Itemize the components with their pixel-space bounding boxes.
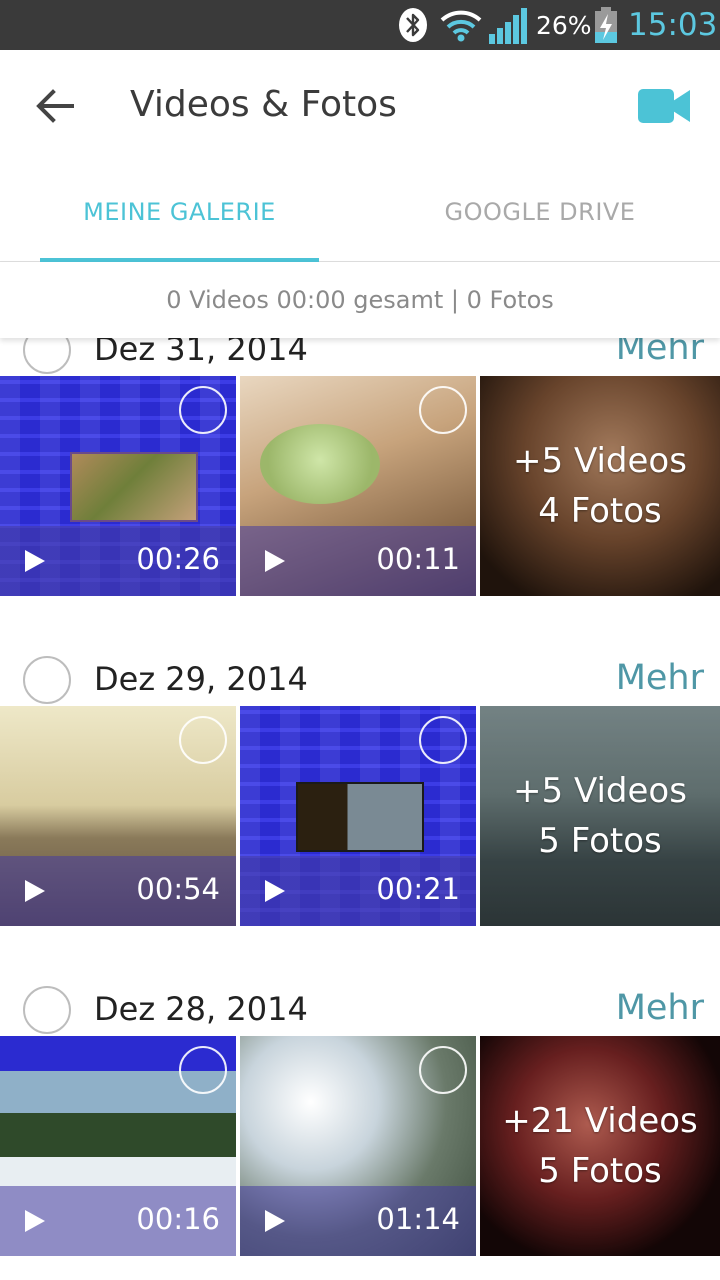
video-thumbnail[interactable]: 00:16 [0, 1036, 236, 1256]
date-group: Dez 28, 2014 Mehr 00:16 01:14 +21 Videos… [0, 986, 720, 1256]
date-group-header: Dez 28, 2014 Mehr [0, 986, 720, 1036]
select-checkbox[interactable] [419, 386, 467, 434]
select-checkbox[interactable] [179, 716, 227, 764]
group-date: Dez 31, 2014 [94, 338, 308, 368]
play-icon [25, 550, 45, 572]
video-duration: 00:26 [136, 542, 220, 576]
select-checkbox[interactable] [419, 1046, 467, 1094]
group-date: Dez 28, 2014 [94, 990, 308, 1028]
date-group-header: Dez 31, 2014 Mehr [0, 338, 720, 376]
more-link[interactable]: Mehr [616, 988, 704, 1028]
more-items-tile[interactable]: +5 Videos 4 Fotos [480, 376, 720, 596]
video-duration: 00:11 [376, 542, 460, 576]
tab-bar: MEINE GALERIE GOOGLE DRIVE [0, 162, 720, 262]
play-icon [265, 550, 285, 572]
play-icon [25, 1210, 45, 1232]
select-day-checkbox[interactable] [23, 986, 71, 1034]
arrow-left-icon [36, 89, 74, 123]
video-duration: 00:21 [376, 872, 460, 906]
wifi-icon [440, 0, 482, 50]
more-videos-count: +5 Videos [513, 441, 687, 481]
battery-charging-icon [594, 0, 618, 50]
more-items-tile[interactable]: +5 Videos 5 Fotos [480, 706, 720, 926]
status-bar: 26% 15:03 [0, 0, 720, 50]
more-photos-count: 5 Fotos [538, 1151, 662, 1191]
video-duration: 00:54 [136, 872, 220, 906]
select-day-checkbox[interactable] [23, 656, 71, 704]
more-link[interactable]: Mehr [616, 658, 704, 698]
video-camera-icon [638, 89, 690, 123]
tab-meine-galerie[interactable]: MEINE GALERIE [40, 162, 319, 262]
gallery-list[interactable]: Dez 31, 2014 Mehr 00:26 00:11 +5 Videos … [0, 338, 720, 1280]
tab-google-drive[interactable]: GOOGLE DRIVE [360, 162, 720, 262]
battery-percent: 26% [536, 10, 592, 40]
record-video-button[interactable] [632, 82, 696, 130]
video-duration: 01:14 [376, 1202, 460, 1236]
gallery-summary: 0 Videos 00:00 gesamt | 0 Fotos [0, 262, 720, 338]
group-date: Dez 29, 2014 [94, 660, 308, 698]
video-thumbnail[interactable]: 00:26 [0, 376, 236, 596]
bluetooth-icon [398, 0, 428, 50]
select-checkbox[interactable] [419, 716, 467, 764]
more-videos-count: +21 Videos [502, 1101, 698, 1141]
back-button[interactable] [28, 78, 84, 134]
select-day-checkbox[interactable] [23, 338, 71, 374]
video-thumbnail[interactable]: 00:21 [240, 706, 476, 926]
more-items-tile[interactable]: +21 Videos 5 Fotos [480, 1036, 720, 1256]
clock: 15:03 [628, 7, 718, 43]
video-thumbnail[interactable]: 01:14 [240, 1036, 476, 1256]
date-group-header: Dez 29, 2014 Mehr [0, 656, 720, 706]
play-icon [25, 880, 45, 902]
video-duration: 00:16 [136, 1202, 220, 1236]
play-icon [265, 1210, 285, 1232]
more-photos-count: 5 Fotos [538, 821, 662, 861]
select-checkbox[interactable] [179, 1046, 227, 1094]
video-thumbnail[interactable]: 00:11 [240, 376, 476, 596]
app-bar: Videos & Fotos [0, 50, 720, 162]
date-group: Dez 31, 2014 Mehr 00:26 00:11 +5 Videos … [0, 338, 720, 596]
select-checkbox[interactable] [179, 386, 227, 434]
video-thumbnail[interactable]: 00:54 [0, 706, 236, 926]
play-icon [265, 880, 285, 902]
signal-icon [488, 0, 530, 50]
page-title: Videos & Fotos [130, 84, 397, 125]
more-videos-count: +5 Videos [513, 771, 687, 811]
more-photos-count: 4 Fotos [538, 491, 662, 531]
more-link[interactable]: Mehr [616, 338, 704, 368]
date-group: Dez 29, 2014 Mehr 00:54 00:21 +5 Videos … [0, 656, 720, 926]
